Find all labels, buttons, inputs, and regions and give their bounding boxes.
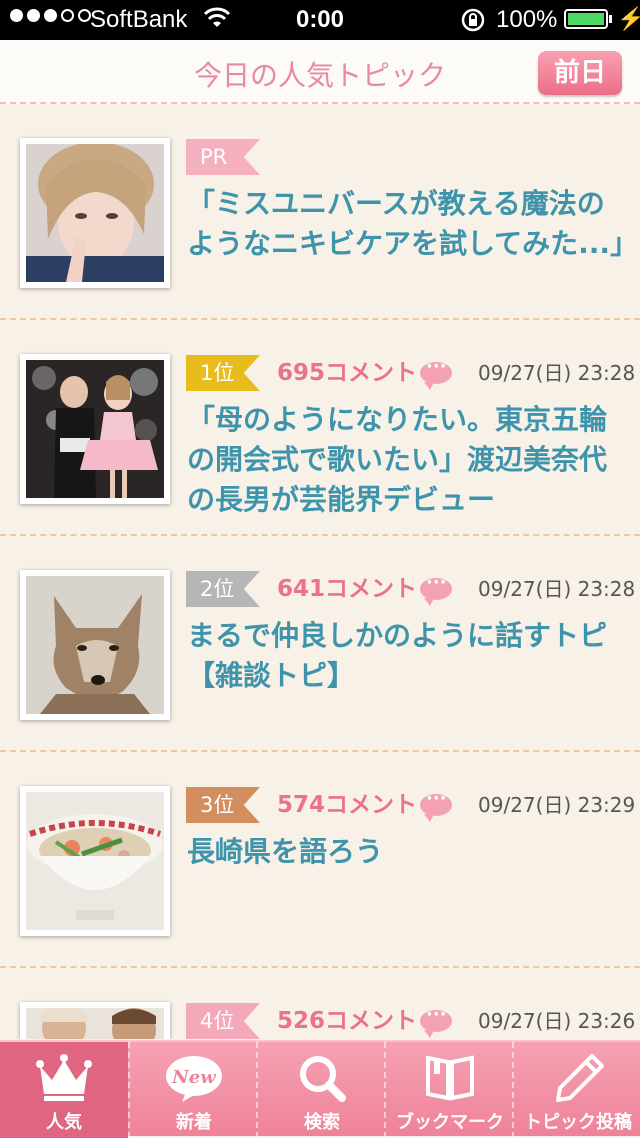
search-icon	[300, 1056, 346, 1102]
tab-label: ブックマーク	[396, 1112, 504, 1133]
topic-thumbnail	[20, 570, 170, 720]
comment-bubble-icon	[420, 1004, 452, 1038]
thumbnail-image	[26, 792, 164, 930]
thumbnail-image	[26, 576, 164, 714]
topic-list[interactable]: PR 「ミスユニバースが教える魔法のようなニキビケアを試してみた...」 1位 …	[0, 104, 640, 1039]
topic-tag-pr: PR	[186, 139, 260, 175]
rank-badge: 2位	[186, 571, 260, 607]
topic-title[interactable]: 長崎県を語ろう	[187, 832, 627, 872]
topic-timestamp: 09/27(日) 23:28	[478, 577, 636, 601]
battery-percentage: 100%	[496, 6, 558, 33]
header-bar: 今日の人気トピック 前日	[0, 40, 640, 104]
topic-thumbnail	[20, 786, 170, 936]
topic-title[interactable]: 「母のようになりたい。東京五輪の開会式で歌いたい」渡辺美奈代の長男が芸能界デビュ…	[187, 400, 627, 520]
thumbnail-image	[26, 144, 164, 282]
battery-icon	[564, 9, 608, 29]
topic-list-item[interactable]: 2位 641コメント 09/27(日) 23:28 まるで仲良しかのように話すト…	[0, 536, 640, 752]
tab-label: 検索	[304, 1112, 340, 1133]
topic-timestamp: 09/27(日) 23:28	[478, 361, 636, 385]
tab-popular[interactable]: 人気	[0, 1042, 128, 1138]
topic-list-item[interactable]: 1位 695コメント 09/27(日) 23:28 「母のようになりたい。東京五…	[0, 320, 640, 536]
svg-text:New: New	[171, 1067, 217, 1088]
tab-new[interactable]: New 新着	[128, 1042, 256, 1138]
comment-count: 695コメント	[277, 360, 418, 386]
topic-thumbnail	[20, 1002, 170, 1039]
topic-list-item[interactable]: 3位 574コメント 09/27(日) 23:29 長崎県を語ろう	[0, 752, 640, 968]
rank-badge: 3位	[186, 787, 260, 823]
charging-icon: ⚡	[617, 6, 640, 31]
rotation-lock-icon	[461, 8, 485, 32]
previous-day-button[interactable]: 前日	[538, 51, 622, 95]
status-bar: SoftBank 0:00 100% ⚡	[0, 0, 640, 40]
tab-post-topic[interactable]: トピック投稿	[512, 1042, 640, 1138]
topic-list-item[interactable]: 4位 526コメント 09/27(日) 23:26	[0, 968, 640, 1039]
tab-bar: 人気 New 新着 検索 ブックマーク トピック投稿	[0, 1040, 640, 1138]
rank-badge: 1位	[186, 355, 260, 391]
tab-bookmark[interactable]: ブックマーク	[384, 1042, 512, 1138]
comment-bubble-icon	[420, 572, 452, 606]
topic-title[interactable]: 「ミスユニバースが教える魔法のようなニキビケアを試してみた...」	[187, 184, 638, 264]
topic-title[interactable]: まるで仲良しかのように話すトピ【雑談トピ】	[187, 616, 627, 696]
tab-label: 新着	[176, 1112, 212, 1133]
topic-thumbnail	[20, 138, 170, 288]
comment-count: 526コメント	[277, 1008, 418, 1034]
crown-icon	[36, 1054, 92, 1101]
tab-label: 人気	[46, 1112, 82, 1133]
thumbnail-image	[26, 1008, 164, 1039]
tab-label: トピック投稿	[524, 1112, 632, 1133]
new-bubble-icon: New	[166, 1056, 222, 1102]
topic-timestamp: 09/27(日) 23:29	[478, 793, 636, 817]
thumbnail-image	[26, 360, 164, 498]
comment-bubble-icon	[420, 788, 452, 822]
pencil-icon	[556, 1054, 604, 1102]
topic-list-item-pr[interactable]: PR 「ミスユニバースが教える魔法のようなニキビケアを試してみた...」	[0, 104, 640, 320]
rank-badge: 4位	[186, 1003, 260, 1039]
comment-count: 641コメント	[277, 576, 418, 602]
tab-search[interactable]: 検索	[256, 1042, 384, 1138]
book-icon	[426, 1055, 474, 1101]
comment-bubble-icon	[420, 356, 452, 390]
topic-timestamp: 09/27(日) 23:26	[478, 1009, 636, 1033]
topic-thumbnail	[20, 354, 170, 504]
comment-count: 574コメント	[277, 792, 418, 818]
battery-nub	[609, 15, 612, 23]
